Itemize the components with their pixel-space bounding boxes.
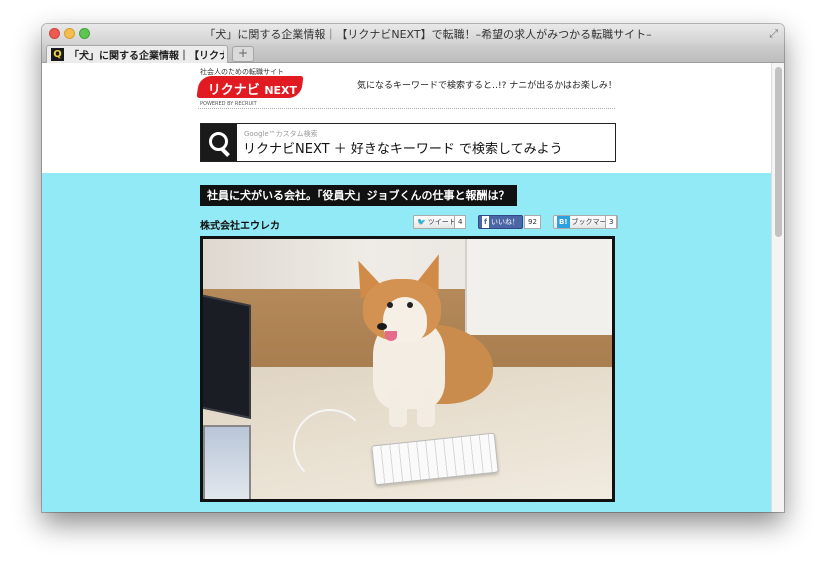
company-name[interactable]: 株式会社エウレカ — [200, 217, 280, 232]
bookmark-count: 3 — [605, 215, 618, 229]
search-prompt-text: リクナビNEXT ＋ 好きなキーワード で検索してみよう — [243, 142, 563, 157]
page-content: 社会人のための転職サイト リクナビ NEXT POWERED BY RECRUI… — [42, 63, 771, 512]
tab-bar: Q 「犬」に関する企業情報｜【リクナ… + — [42, 44, 784, 63]
header-message: 気になるキーワードで検索すると‥!? ナニが出るかはお楽しみ！ — [357, 81, 617, 91]
rikunabi-next-logo[interactable]: リクナビ NEXT — [196, 76, 304, 98]
close-window-icon[interactable] — [49, 28, 60, 39]
laptop — [203, 425, 251, 499]
search-favicon-icon: Q — [51, 48, 64, 61]
window-title: 「犬」に関する企業情報｜【リクナビNEXT】で転職！–希望の求人がみつかる転職サ… — [204, 28, 652, 41]
vertical-scrollbar[interactable] — [771, 63, 784, 512]
facebook-like-button[interactable]: f いいね！ — [478, 215, 524, 229]
fullscreen-icon[interactable]: ⤢ — [769, 27, 778, 41]
article-section: 社員に犬がいる会社。「役員犬」ジョブくんの仕事と報酬は？ 株式会社エウレカ 🐦 ツ… — [42, 173, 771, 512]
corgi-at-desk-photo — [200, 236, 615, 502]
tweet-button[interactable]: 🐦 ツイート — [413, 215, 460, 229]
logo-next-text: NEXT — [264, 84, 298, 97]
tab-label: 「犬」に関する企業情報｜【リクナ… — [69, 51, 224, 62]
tweet-count: 4 — [454, 215, 467, 229]
facebook-icon: f — [482, 216, 490, 228]
header-divider — [198, 108, 615, 109]
monitor — [203, 293, 251, 419]
powered-by-recruit: POWERED BY RECRUIT — [200, 101, 257, 107]
logo-main-text: リクナビ — [207, 83, 260, 98]
hatena-bookmark-icon: B! — [557, 216, 570, 228]
minimize-window-icon[interactable] — [64, 28, 75, 39]
title-bar: 「犬」に関する企業情報｜【リクナビNEXT】で転職！–希望の求人がみつかる転職サ… — [42, 24, 784, 45]
article-title[interactable]: 社員に犬がいる会社。「役員犬」ジョブくんの仕事と報酬は？ — [200, 185, 517, 206]
zoom-window-icon[interactable] — [79, 28, 90, 39]
new-tab-button[interactable]: + — [232, 46, 254, 62]
scrollbar-thumb[interactable] — [775, 67, 782, 237]
like-count: 92 — [524, 215, 541, 229]
search-icon[interactable] — [201, 124, 237, 161]
twitter-bird-icon: 🐦 — [417, 218, 426, 226]
search-banner[interactable]: Google™カスタム検索 リクナビNEXT ＋ 好きなキーワード で検索してみ… — [200, 123, 616, 162]
tab-active[interactable]: Q 「犬」に関する企業情報｜【リクナ… — [46, 45, 228, 63]
browser-window: 「犬」に関する企業情報｜【リクナビNEXT】で転職！–希望の求人がみつかる転職サ… — [42, 24, 784, 512]
